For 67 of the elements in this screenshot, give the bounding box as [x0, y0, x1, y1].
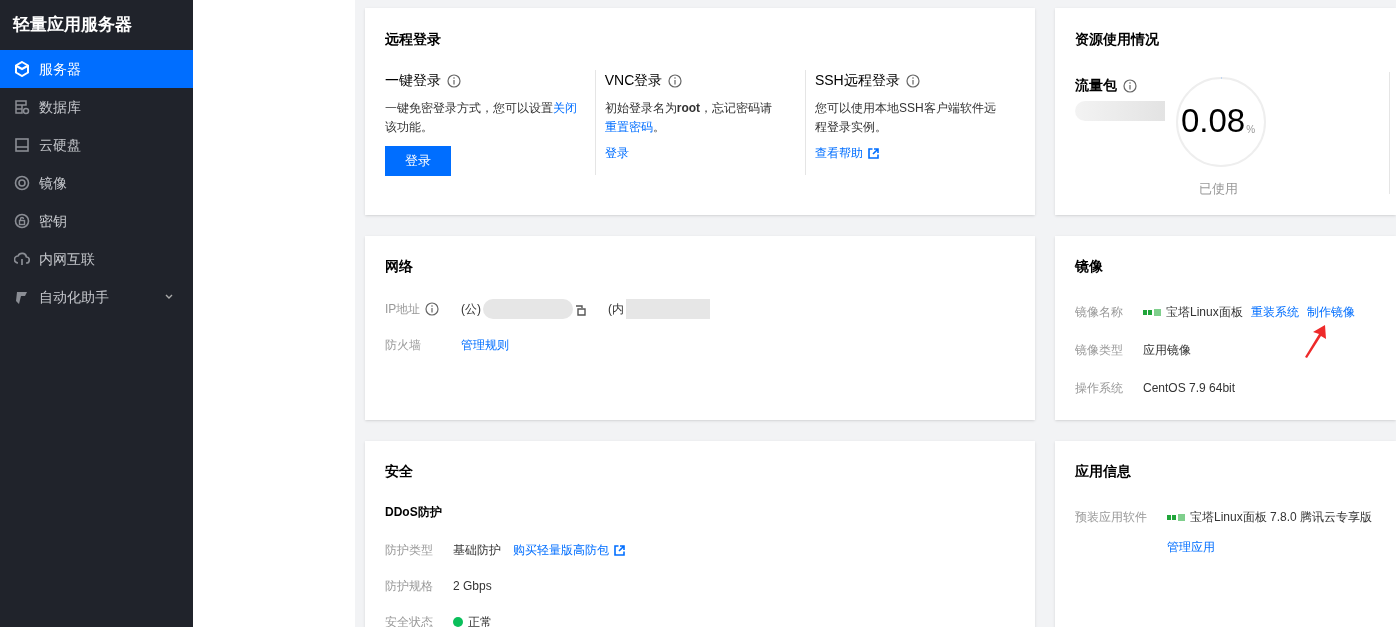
- database-icon: [14, 99, 30, 115]
- field-value: 宝塔Linux面板: [1166, 304, 1243, 321]
- field-label: 预装应用软件: [1075, 509, 1148, 526]
- gauge-value: 0.08: [1181, 103, 1246, 139]
- cloud-icon: [14, 251, 30, 267]
- login-method-title: SSH远程登录: [814, 71, 900, 90]
- action-link[interactable]: 重装系统: [1250, 303, 1299, 321]
- card-title: 安全: [385, 462, 414, 481]
- gauge-caption: 已使用: [1199, 180, 1238, 198]
- app-name: 宝塔Linux面板 7.8.0 腾讯云专享版: [1190, 509, 1373, 526]
- field-label: 安全状态: [385, 614, 434, 627]
- info-icon: [668, 73, 683, 88]
- info-icon: [425, 302, 440, 316]
- copy-icon[interactable]: [575, 305, 586, 316]
- field-label: IP地址: [385, 301, 421, 318]
- app-title: 轻量应用服务器: [11, 14, 133, 37]
- manage-app-link[interactable]: 管理应用: [1167, 538, 1215, 556]
- manage-rules-link[interactable]: 管理规则: [461, 336, 509, 354]
- login-link[interactable]: 登录: [604, 144, 629, 162]
- card-title: 镜像: [1075, 257, 1104, 276]
- field-value: 2 Gbps: [453, 578, 492, 595]
- link[interactable]: 重置密码: [604, 120, 653, 134]
- field-label: 防护类型: [385, 542, 434, 559]
- card-title: 远程登录: [385, 30, 442, 49]
- sidebar-item[interactable]: 内网互联: [0, 240, 193, 278]
- login-method-title: 一键登录: [385, 71, 441, 90]
- field-value: 基础防护: [453, 542, 501, 559]
- sidebar-item[interactable]: 自动化助手: [0, 278, 193, 316]
- info-icon: [905, 73, 920, 88]
- login-description: 一键免密登录方式，您可以设置关闭 该功能。: [385, 100, 578, 136]
- gauge-unit: %: [1246, 123, 1256, 137]
- field-label: 镜像名称: [1075, 304, 1124, 321]
- sidebar-item[interactable]: 密钥: [0, 202, 193, 240]
- field-value: 应用镜像: [1143, 342, 1191, 359]
- login-description: 您可以使用本地SSH客户端软件远程登录实例。: [814, 100, 997, 136]
- action-link[interactable]: 制作镜像: [1306, 303, 1355, 321]
- external-link-icon: [614, 544, 625, 556]
- ip-prefix: (内: [608, 301, 624, 318]
- login-description: 初始登录名为root，忘记密码请 重置密码。: [604, 100, 774, 136]
- field-label: 防护规格: [385, 578, 434, 595]
- field-label: 镜像类型: [1075, 342, 1124, 359]
- card-title: 网络: [385, 257, 414, 276]
- sidebar-item[interactable]: 数据库: [0, 88, 193, 126]
- field-value: CentOS 7.9 64bit: [1143, 380, 1236, 397]
- login-method-title: VNC登录: [604, 71, 663, 90]
- help-link[interactable]: 查看帮助: [814, 144, 879, 162]
- field-value: 正常: [468, 614, 492, 627]
- sidebar-item[interactable]: 镜像: [0, 164, 193, 202]
- info-icon: [1123, 78, 1137, 93]
- buy-protection-link[interactable]: 购买轻量版高防包: [513, 541, 625, 559]
- info-icon: [447, 73, 461, 88]
- field-label: 操作系统: [1075, 380, 1124, 397]
- sidebar-item[interactable]: 服务器: [0, 50, 193, 88]
- login-button[interactable]: 登录: [385, 146, 451, 176]
- link[interactable]: 关闭: [553, 101, 577, 115]
- card-title: 应用信息: [1075, 462, 1132, 481]
- traffic-label: 流量包: [1075, 76, 1117, 95]
- arrow-annotation: [1303, 324, 1327, 358]
- target-icon: [14, 175, 30, 191]
- ip-prefix: (公): [461, 301, 481, 318]
- cube-icon: [14, 61, 30, 77]
- sidebar-item[interactable]: 云硬盘: [0, 126, 193, 164]
- section-subtitle: DDoS防护: [385, 504, 443, 521]
- field-label: 防火墙: [385, 337, 422, 354]
- key-icon: [14, 213, 30, 229]
- card-title: 资源使用情况: [1075, 30, 1160, 49]
- external-link-icon: [867, 147, 879, 159]
